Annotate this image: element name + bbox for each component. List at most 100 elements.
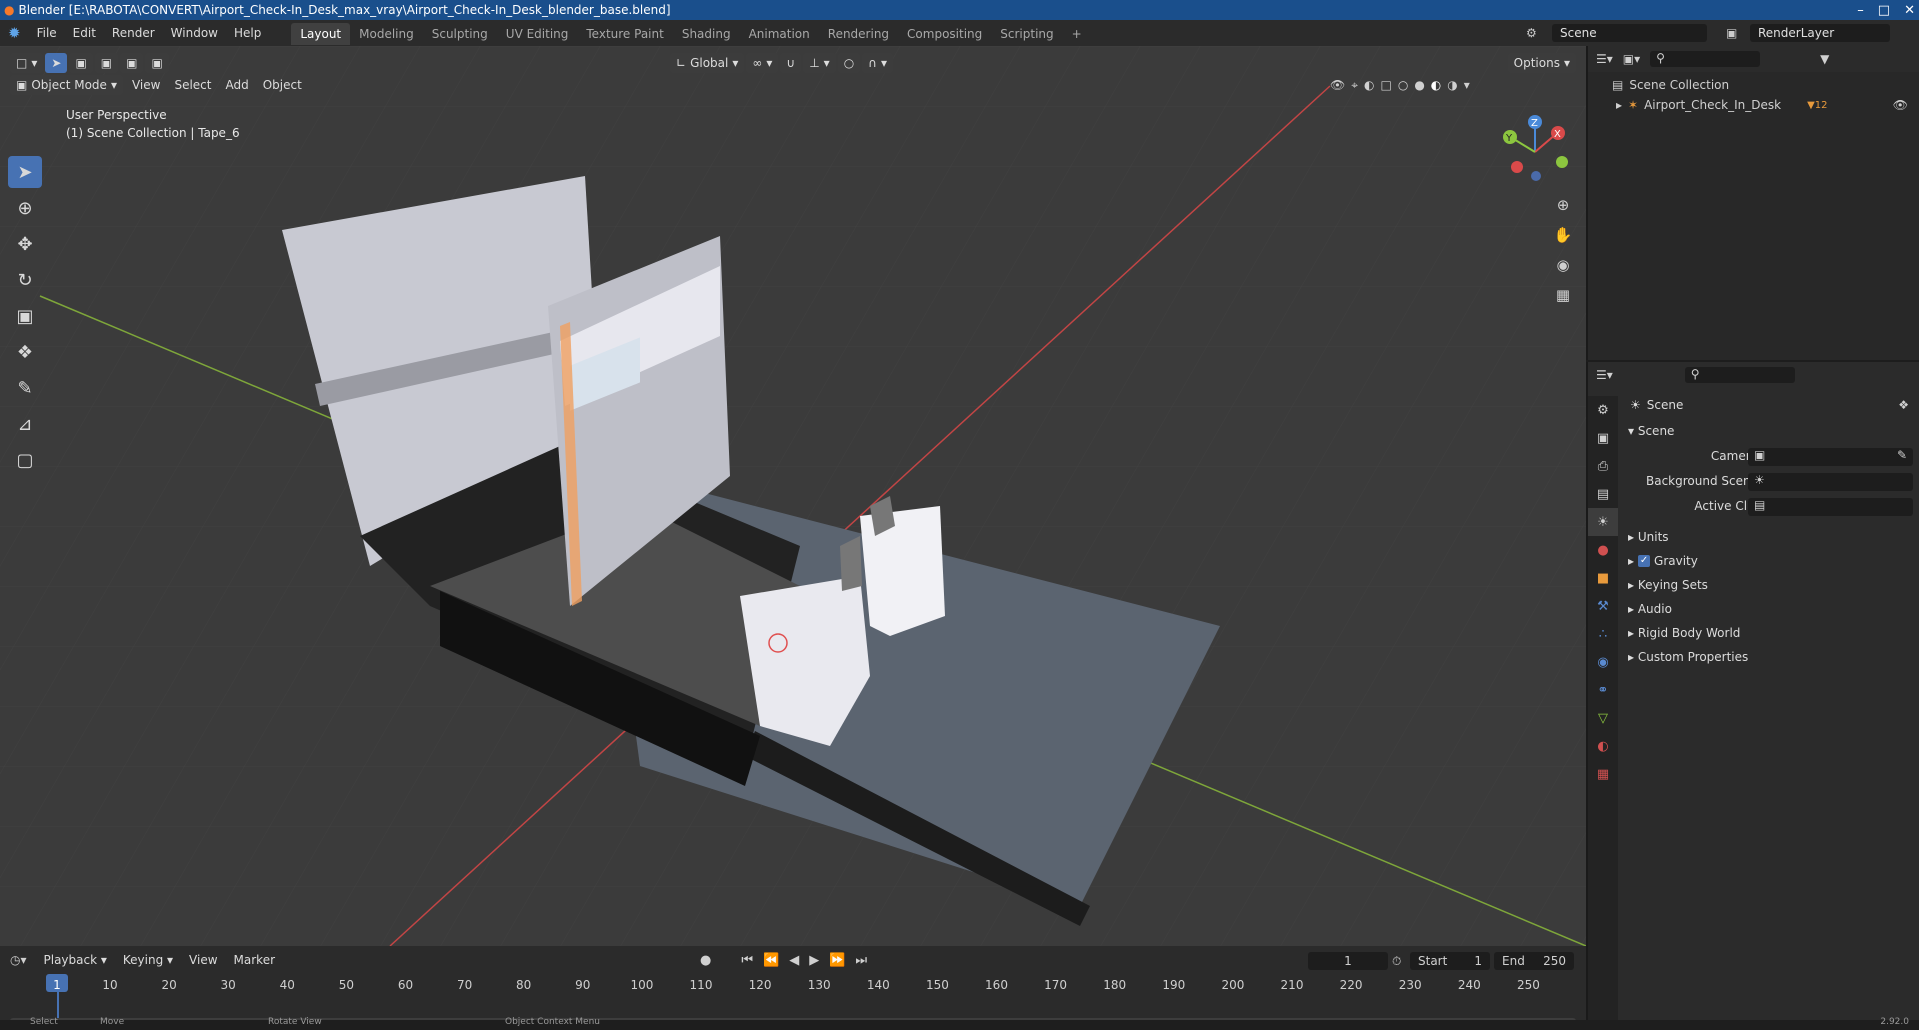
tab-rendering[interactable]: Rendering <box>819 23 898 45</box>
constraints-tab-icon[interactable]: ⚭ <box>1588 676 1618 704</box>
pivot-point-dropdown[interactable]: ∞ ▾ <box>746 53 779 73</box>
rendered-shading-icon[interactable]: ◑ <box>1447 78 1457 92</box>
tab-scripting[interactable]: Scripting <box>991 23 1062 45</box>
close-button[interactable]: ✕ <box>1904 3 1915 18</box>
units-section[interactable]: ▸ Units <box>1628 530 1669 544</box>
outliner-item[interactable]: ▸ ✶ Airport_Check_In_Desk ▼12 👁 <box>1616 98 1916 112</box>
rigid-body-world-section[interactable]: ▸ Rigid Body World <box>1628 626 1740 640</box>
minimize-button[interactable]: – <box>1857 3 1864 18</box>
tab-animation[interactable]: Animation <box>740 23 819 45</box>
3d-viewport[interactable]: □ ▾ ➤ ▣ ▣ ▣ ▣ ∟ Global ▾ ∞ ▾ ∪ ⊥ ▾ ○ ∩ ▾ Optio… <box>0 46 1586 946</box>
editor-type-button[interactable]: □ ▾ <box>10 53 44 73</box>
viewport-menu-view[interactable]: View <box>125 78 167 92</box>
tab-compositing[interactable]: Compositing <box>898 23 991 45</box>
menu-file[interactable]: File <box>29 20 65 46</box>
falloff-dropdown[interactable]: ∩ ▾ <box>862 53 893 73</box>
add-cube-tool[interactable]: ▢ <box>8 444 42 476</box>
world-tab-icon[interactable]: ● <box>1588 536 1618 564</box>
camera-view-icon[interactable]: ◉ <box>1550 252 1576 278</box>
select-mode-subtract[interactable]: ▣ <box>120 53 144 73</box>
add-workspace-button[interactable]: + <box>1063 23 1091 45</box>
wireframe-shading-icon[interactable]: ○ <box>1398 78 1408 92</box>
viewport-menu-select[interactable]: Select <box>167 78 218 92</box>
menu-window[interactable]: Window <box>163 20 226 46</box>
viewport-menu-add[interactable]: Add <box>218 78 255 92</box>
material-shading-icon[interactable]: ◐ <box>1431 78 1441 92</box>
select-mode-extend[interactable]: ▣ <box>94 53 119 73</box>
blender-menu-icon[interactable]: ✹ <box>0 24 29 42</box>
solid-shading-icon[interactable]: ● <box>1414 78 1424 92</box>
properties-editor-icon[interactable]: ☰▾ <box>1596 368 1613 382</box>
properties-search-field[interactable]: ⚲ <box>1684 367 1795 383</box>
render-tab-icon[interactable]: ▣ <box>1588 424 1618 452</box>
outliner-search-field[interactable]: ⚲ <box>1650 51 1761 67</box>
tab-layout[interactable]: Layout <box>291 23 351 45</box>
view-layer-tab-icon[interactable]: ▤ <box>1588 480 1618 508</box>
display-mode-icon[interactable]: ▣▾ <box>1623 52 1640 66</box>
outliner-editor-icon[interactable]: ☰▾ <box>1596 52 1613 66</box>
scale-tool[interactable]: ▣ <box>8 300 42 332</box>
overlay-toggle-icon[interactable]: ◐ <box>1364 78 1374 92</box>
cursor-tool[interactable]: ⊕ <box>8 192 42 224</box>
visibility-eye-icon[interactable]: 👁 <box>1893 98 1908 112</box>
outliner-root-row[interactable]: ▤ Scene Collection <box>1612 78 1729 92</box>
transform-orientation-dropdown[interactable]: ∟ Global ▾ <box>670 53 745 73</box>
gravity-section[interactable]: ▸ ✓ Gravity <box>1628 554 1698 568</box>
expand-arrow-icon[interactable]: ▸ <box>1616 98 1622 112</box>
tab-texture-paint[interactable]: Texture Paint <box>577 23 672 45</box>
menu-edit[interactable]: Edit <box>65 20 104 46</box>
viewport-menu-object[interactable]: Object <box>256 78 309 92</box>
particles-tab-icon[interactable]: ∴ <box>1588 620 1618 648</box>
audio-section[interactable]: ▸ Audio <box>1628 602 1672 616</box>
visibility-eye-icon[interactable]: 👁 <box>1330 78 1345 92</box>
move-tool[interactable]: ✥ <box>8 228 42 260</box>
keying-sets-section[interactable]: ▸ Keying Sets <box>1628 578 1708 592</box>
xray-toggle-icon[interactable]: □ <box>1380 78 1391 92</box>
measure-tool[interactable]: ⊿ <box>8 408 42 440</box>
output-tab-icon[interactable]: ⎙ <box>1588 452 1618 480</box>
scene-tab-icon[interactable]: ☀ <box>1588 508 1618 536</box>
gravity-checkbox[interactable]: ✓ <box>1638 555 1651 567</box>
render-layer-icon[interactable]: ▣ <box>1726 26 1737 40</box>
data-tab-icon[interactable]: ▽ <box>1588 704 1618 732</box>
snap-target-dropdown[interactable]: ⊥ ▾ <box>803 53 836 73</box>
texture-tab-icon[interactable]: ▦ <box>1588 760 1618 788</box>
menu-render[interactable]: Render <box>104 20 163 46</box>
tab-sculpting[interactable]: Sculpting <box>423 23 497 45</box>
maximize-button[interactable]: □ <box>1878 3 1890 18</box>
custom-properties-section[interactable]: ▸ Custom Properties <box>1628 650 1748 664</box>
gizmo-toggle-icon[interactable]: ⌖ <box>1351 78 1358 93</box>
scene-icon[interactable]: ⚙ <box>1526 26 1537 40</box>
tool-tab-icon[interactable]: ⚙ <box>1588 396 1618 424</box>
transform-tool[interactable]: ❖ <box>8 336 42 368</box>
zoom-icon[interactable]: ⊕ <box>1550 192 1576 218</box>
tab-modeling[interactable]: Modeling <box>350 23 423 45</box>
active-clip-field[interactable]: ▤ <box>1748 498 1913 516</box>
mode-dropdown[interactable]: ▣ Object Mode ▾ <box>10 75 123 95</box>
tab-shading[interactable]: Shading <box>673 23 740 45</box>
navigation-gizmo[interactable]: Z X Y <box>1490 112 1580 192</box>
snap-toggle[interactable]: ∪ <box>780 53 802 73</box>
select-box-tool[interactable]: ➤ <box>8 156 42 188</box>
object-tab-icon[interactable]: ■ <box>1588 564 1618 592</box>
physics-tab-icon[interactable]: ◉ <box>1588 648 1618 676</box>
select-tool-button[interactable]: ➤ <box>45 53 68 73</box>
background-scene-field[interactable]: ☀ <box>1748 473 1913 491</box>
select-mode-new[interactable]: ▣ <box>69 53 93 73</box>
options-dropdown[interactable]: Options ▾ <box>1507 53 1576 73</box>
camera-field[interactable]: ▣ ✎ <box>1748 448 1913 466</box>
eyedropper-icon[interactable]: ✎ <box>1897 448 1907 462</box>
perspective-toggle-icon[interactable]: ▦ <box>1550 282 1576 308</box>
annotate-tool[interactable]: ✎ <box>8 372 42 404</box>
pin-icon[interactable]: ❖ <box>1898 398 1909 412</box>
menu-help[interactable]: Help <box>226 20 269 46</box>
filter-icon[interactable]: ▼ <box>1820 52 1829 66</box>
scene-panel-header[interactable]: ▾ Scene <box>1628 424 1674 438</box>
select-mode-invert[interactable]: ▣ <box>145 53 169 73</box>
render-layer-selector[interactable]: RenderLayer <box>1750 24 1890 42</box>
shading-options-icon[interactable]: ▾ <box>1464 78 1470 92</box>
pan-hand-icon[interactable]: ✋ <box>1550 222 1576 248</box>
tab-uv-editing[interactable]: UV Editing <box>497 23 578 45</box>
rotate-tool[interactable]: ↻ <box>8 264 42 296</box>
proportional-edit-toggle[interactable]: ○ <box>837 53 861 73</box>
